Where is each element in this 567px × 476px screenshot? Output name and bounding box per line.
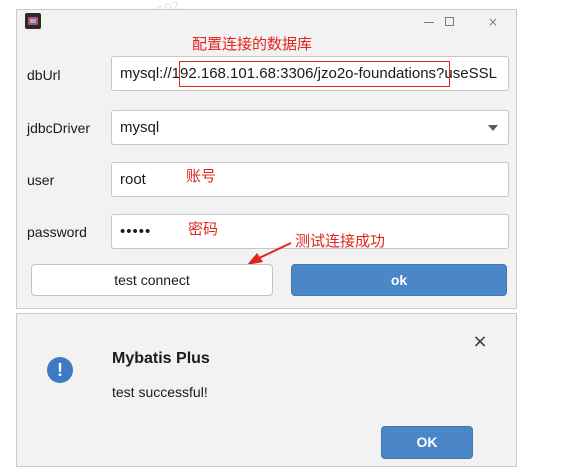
dialog-message: test successful! <box>112 384 208 400</box>
database-config-window: × 配置连接的数据库 dbUrl mysql://192.168.101.68:… <box>16 9 517 309</box>
dialog-ok-button[interactable]: OK <box>381 426 473 459</box>
test-connect-button[interactable]: test connect <box>31 264 273 296</box>
test-result-dialog: × ! Mybatis Plus test successful! OK <box>16 313 517 467</box>
ok-button[interactable]: ok <box>291 264 507 296</box>
dialog-title: Mybatis Plus <box>112 350 210 367</box>
info-icon: ! <box>47 357 73 383</box>
close-icon[interactable]: × <box>470 332 490 352</box>
